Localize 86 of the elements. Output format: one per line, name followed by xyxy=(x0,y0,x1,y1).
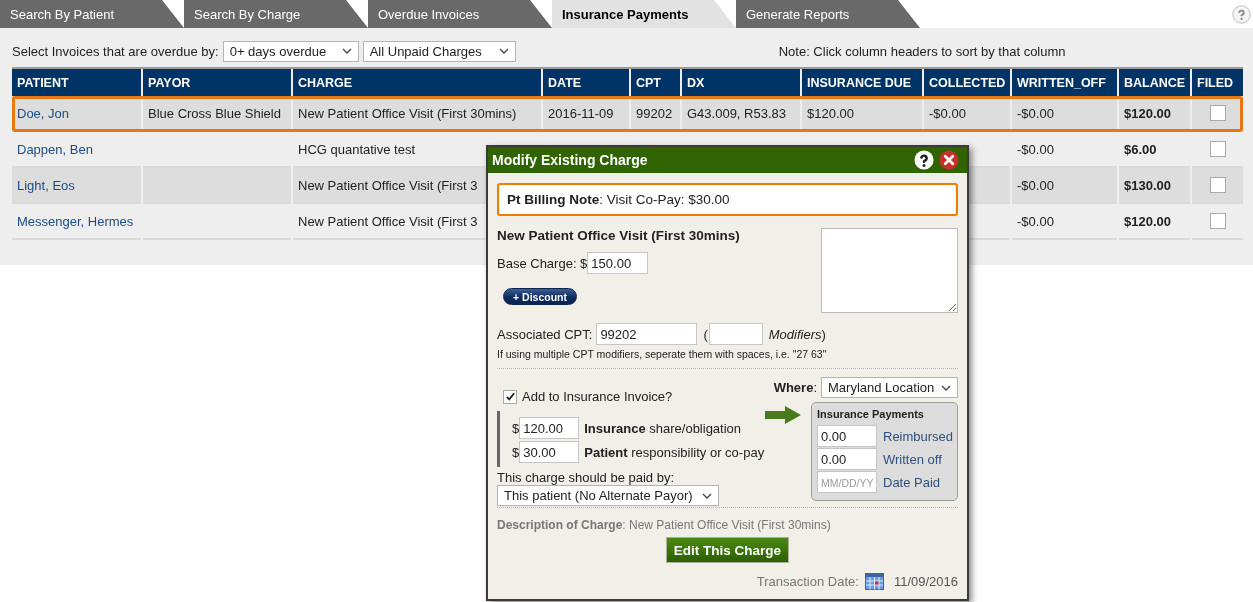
currency-label: $ xyxy=(512,444,520,460)
transaction-date-label: Transaction Date: xyxy=(756,574,859,589)
where-label: Where: xyxy=(773,380,817,395)
column-header[interactable]: PAYOR xyxy=(143,69,291,96)
cpt-label: Associated CPT: xyxy=(497,326,593,342)
tab[interactable]: Search By Charge xyxy=(184,0,368,28)
invoice-checkbox[interactable] xyxy=(503,389,517,404)
table-cell: 99202 xyxy=(631,96,680,132)
table-cell: $120.00 xyxy=(1119,96,1190,132)
column-header[interactable]: BALANCE xyxy=(1119,69,1190,96)
column-header[interactable]: DATE xyxy=(543,69,629,96)
billing-note: Pt Billing Note: Visit Co-Pay: $30.00 xyxy=(497,183,958,216)
help-icon[interactable] xyxy=(914,150,934,170)
table-cell: -$0.00 xyxy=(924,96,1010,132)
selected-row[interactable]: Doe, Jon Blue Cross Blue Shield New Patient Office Visit (First 30mins) 2016-11-09 99202 G43.009, R53.83 $120.00 -$0.00 -$0.00 $120.00 xyxy=(12,96,1243,132)
patient-link[interactable]: Dappen, Ben xyxy=(17,141,93,157)
paid-by-label: This charge should be paid by: xyxy=(497,470,675,485)
transaction-date: 11/09/2016 xyxy=(893,574,958,589)
modifiers-label: Modifiers) xyxy=(768,326,826,342)
share-input[interactable]: 30.00 xyxy=(519,441,580,463)
column-header[interactable]: CPT xyxy=(631,69,680,96)
paren-text: ( xyxy=(703,326,708,342)
arrow-right-icon xyxy=(765,406,801,424)
chevron-down-icon xyxy=(702,492,712,499)
table-cell: G43.009, R53.83 xyxy=(682,96,800,132)
payment-input[interactable]: 0.00 xyxy=(817,448,877,470)
tab[interactable]: Insurance Payments xyxy=(552,0,736,28)
chevron-down-icon xyxy=(498,48,509,54)
notes-field[interactable] xyxy=(821,228,958,313)
base-charge-label: Base Charge: $ xyxy=(497,255,588,271)
tab[interactable]: Generate Reports xyxy=(736,0,920,28)
filed-checkbox[interactable] xyxy=(1209,213,1226,229)
table-cell: Blue Cross Blue Shield xyxy=(143,96,291,132)
overdue-select[interactable]: 0+ days overdue xyxy=(222,40,359,62)
filed-checkbox[interactable] xyxy=(1209,177,1226,193)
check-icon xyxy=(504,391,516,402)
payment-input[interactable]: 0.00 xyxy=(817,425,877,447)
patient-link[interactable]: Messenger, Hermes xyxy=(17,213,134,229)
payment-label: Reimbursed xyxy=(883,428,954,444)
charges-select[interactable]: All Unpaid Charges xyxy=(362,40,516,62)
modal-title: Modify Existing Charge xyxy=(492,152,648,168)
column-header[interactable]: INSURANCE DUE xyxy=(802,69,922,96)
column-header[interactable]: DX xyxy=(682,69,800,96)
table-cell: $130.00 xyxy=(1119,168,1190,204)
column-header[interactable]: CHARGE xyxy=(293,69,541,96)
currency-label: $ xyxy=(512,420,520,436)
table-cell: $120.00 xyxy=(1119,204,1190,240)
edit-charge-button[interactable]: Edit This Charge xyxy=(665,537,790,563)
table-cell: -$0.00 xyxy=(1012,96,1117,132)
patient-link[interactable]: Doe, Jon xyxy=(17,105,70,121)
table-cell: -$0.00 xyxy=(1012,204,1117,240)
location-select[interactable]: Maryland Location xyxy=(821,377,958,398)
panel-title: Insurance Payments xyxy=(817,408,925,420)
table-cell: -$0.00 xyxy=(1012,168,1117,204)
chevron-down-icon xyxy=(941,384,951,391)
close-icon[interactable] xyxy=(939,150,959,170)
filed-checkbox[interactable] xyxy=(1209,141,1226,157)
cpt-input[interactable]: 99202 xyxy=(596,323,698,345)
modifiers-input[interactable] xyxy=(708,323,763,345)
filter-label: Select Invoices that are overdue by: xyxy=(12,43,219,59)
column-header[interactable]: FILED xyxy=(1192,69,1243,96)
invoice-checkbox-label: Add to Insurance Invoice? xyxy=(522,389,673,404)
column-header[interactable]: COLLECTED xyxy=(924,69,1010,96)
tab[interactable]: Search By Patient xyxy=(0,0,184,28)
discount-button[interactable]: + Discount xyxy=(503,288,577,305)
sort-note: Note: Click column headers to sort by that column xyxy=(778,43,1066,59)
charge-description: Description of Charge: New Patient Office Visit (First 30mins) xyxy=(497,518,832,533)
calendar-icon[interactable] xyxy=(864,573,884,590)
tab[interactable]: Overdue Invoices xyxy=(368,0,552,28)
payor-select[interactable]: This patient (No Alternate Payor) xyxy=(497,485,719,506)
column-header[interactable]: WRITTEN_OFF xyxy=(1012,69,1117,96)
filed-checkbox[interactable] xyxy=(1209,105,1226,121)
payment-input[interactable]: MM/DD/YY xyxy=(817,471,877,493)
cpt-hint: If using multiple CPT modifiers, seperate them with spaces, i.e. "27 63" xyxy=(497,348,828,361)
table-cell: 2016-11-09 xyxy=(543,96,629,132)
base-charge-input[interactable]: 150.00 xyxy=(587,252,649,274)
share-label: Patient responsibility or co-pay xyxy=(584,444,765,460)
share-input[interactable]: 120.00 xyxy=(519,417,580,439)
column-header[interactable]: PATIENT xyxy=(12,69,141,96)
chevron-down-icon xyxy=(341,48,352,54)
payment-label: Written off xyxy=(883,451,942,467)
table-cell: New Patient Office Visit (First 30mins) xyxy=(293,96,541,132)
share-label: Insurance share/obligation xyxy=(584,420,742,436)
payment-label: Date Paid xyxy=(883,474,941,490)
table-cell: $120.00 xyxy=(802,96,922,132)
patient-link[interactable]: Light, Eos xyxy=(17,177,75,193)
